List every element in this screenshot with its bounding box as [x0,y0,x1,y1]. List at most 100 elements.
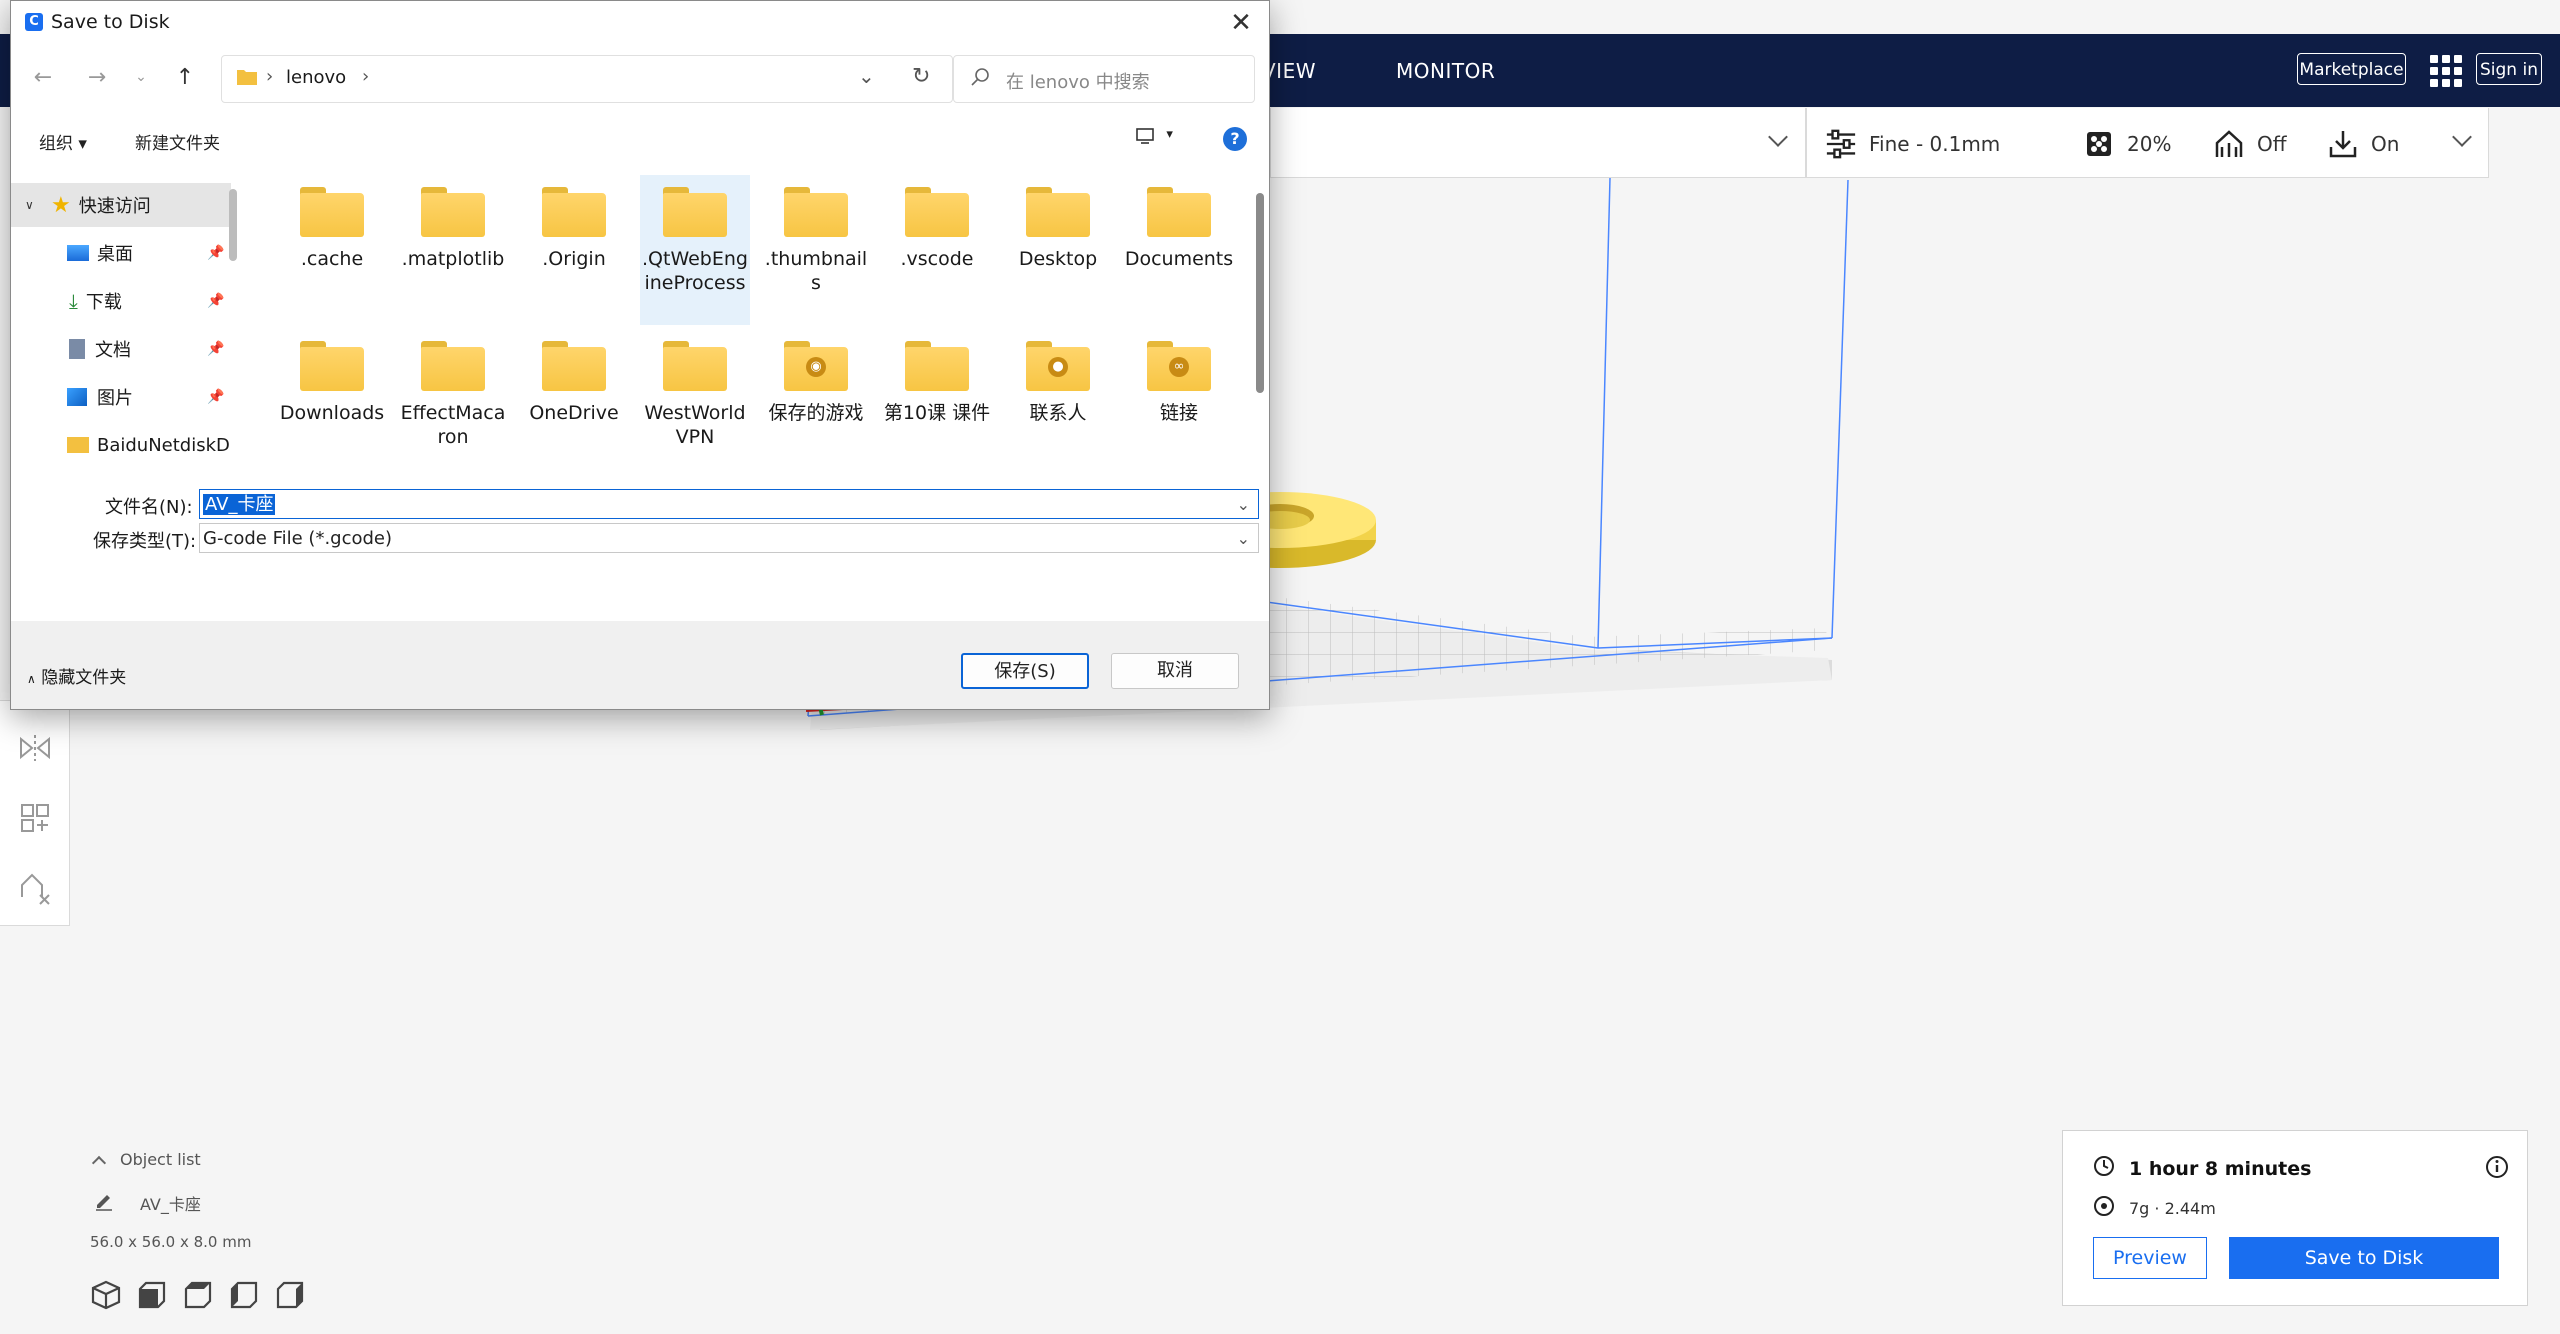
apps-grid-icon[interactable] [2430,55,2462,87]
save-button[interactable]: 保存(S) [961,653,1089,689]
folder-icon [542,341,606,391]
preview-button[interactable]: Preview [2093,1237,2207,1279]
organize-label: 组织 [39,134,73,154]
folder-item[interactable]: Documents [1124,175,1234,325]
up-arrow-icon[interactable]: ↑ [169,61,201,93]
view-orientation-buttons [90,1279,306,1315]
adhesion-setting[interactable]: On [2327,128,2399,160]
filetype-value: G-code File (*.gcode) [203,528,393,549]
command-bar: 组织 ▾ 新建文件夹 ▾ ? [11,113,1269,169]
cancel-button[interactable]: 取消 [1111,653,1239,689]
tab-view[interactable]: VIEW [1262,59,1316,83]
profile-setting[interactable]: Fine - 0.1mm [1825,128,2000,160]
chevron-down-icon[interactable]: ⌄ [1237,490,1250,520]
organize-menu[interactable]: 组织 ▾ [39,129,87,154]
chevron-down-icon[interactable]: ⌄ [858,64,875,88]
folder-item[interactable]: ● 联系人 [1003,329,1113,479]
nav-item-documents[interactable]: 文档 📌 [11,327,231,371]
folder-name: .thumbnails [764,248,868,294]
folder-name: 联系人 [1029,402,1087,424]
filename-value: AV_卡座 [203,494,276,515]
chevron-up-icon: ∧ [27,672,36,686]
download-icon: ⤓ [69,289,78,313]
folder-item[interactable]: EffectMacaron [398,329,508,479]
folder-item[interactable]: .cache [277,175,387,325]
refresh-icon[interactable]: ↻ [912,64,930,89]
chevron-down-icon [1768,127,1788,147]
per-model-settings-icon[interactable] [18,801,52,835]
nav-item-baidunetdisk[interactable]: BaiduNetdiskD [11,423,231,467]
folder-name: Documents [1124,248,1234,270]
print-settings-panel[interactable]: Fine - 0.1mm 20% Off On [1806,108,2489,178]
hide-folders-label: 隐藏文件夹 [41,668,127,688]
nav-item-label: 下载 [85,292,122,313]
folder-item[interactable]: .thumbnails [761,175,871,325]
machine-selector[interactable] [1270,108,1806,178]
folder-name: .Origin [542,248,606,270]
view-options-icon[interactable]: ▾ [1135,127,1173,150]
tab-monitor[interactable]: MONITOR [1396,59,1495,83]
close-icon[interactable]: ✕ [1223,5,1259,41]
folder-name: EffectMacaron [400,402,506,448]
folder-item[interactable]: WestWorldVPN [640,329,750,479]
folder-item-selected[interactable]: .QtWebEngineProcess [640,175,750,325]
folder-name: .matplotlib [401,248,505,270]
forward-arrow-icon[interactable]: → [81,61,113,93]
recent-locations-icon[interactable]: ⌄ [125,61,157,93]
hide-folders-toggle[interactable]: ∧ 隐藏文件夹 [27,663,126,688]
scrollbar-thumb[interactable] [1256,193,1264,393]
file-list-scrollbar[interactable] [1253,169,1267,469]
dialog-titlebar[interactable]: C Save to Disk ✕ [11,1,1269,45]
nav-item-label: 图片 [97,388,133,409]
folder-item[interactable]: .Origin [519,175,629,325]
nav-item-quick-access[interactable]: ∨ ★ 快速访问 [11,183,231,227]
folder-item[interactable]: .matplotlib [398,175,508,325]
nav-pane-scrollbar[interactable] [229,189,237,261]
support-blocker-icon[interactable] [18,871,52,905]
support-setting[interactable]: Off [2213,128,2287,160]
object-dimensions: 56.0 x 56.0 x 8.0 mm [90,1233,252,1251]
object-list-header[interactable]: Object list [91,1150,306,1170]
new-folder-button[interactable]: 新建文件夹 [135,129,220,154]
folder-item[interactable]: Desktop [1003,175,1113,325]
folder-item[interactable]: Downloads [277,329,387,479]
object-list-panel: Object list AV_卡座 56.0 x 56.0 x 8.0 mm [90,1150,306,1315]
back-arrow-icon[interactable]: ← [27,61,59,93]
nav-item-pictures[interactable]: 图片 📌 [11,375,231,419]
links-folder-icon: ∞ [1147,341,1211,391]
nav-item-downloads[interactable]: ⤓ 下载 📌 [11,279,231,323]
chevron-down-icon[interactable]: ⌄ [1237,524,1250,554]
nav-item-desktop[interactable]: 桌面 📌 [11,231,231,275]
folder-item[interactable]: OneDrive [519,329,629,479]
view-top-icon[interactable] [182,1279,214,1315]
view-front-icon[interactable] [136,1279,168,1315]
save-to-disk-button[interactable]: Save to Disk [2229,1237,2499,1279]
info-icon[interactable] [2485,1155,2509,1183]
material-usage: 7g · 2.44m [2129,1198,2216,1218]
folder-item[interactable]: .vscode [882,175,992,325]
folder-name: .QtWebEngineProcess [642,248,748,294]
picture-icon [67,388,87,406]
mirror-tool-icon[interactable] [18,731,52,765]
help-icon[interactable]: ? [1223,127,1247,151]
infill-setting[interactable]: 20% [2083,128,2171,160]
marketplace-button[interactable]: Marketplace [2297,53,2406,85]
pin-icon: 📌 [207,389,225,405]
search-box[interactable]: 在 lenovo 中搜索 [953,55,1255,103]
filetype-select[interactable]: G-code File (*.gcode) ⌄ [199,523,1259,553]
folder-item[interactable]: ∞ 链接 [1124,329,1234,479]
sliders-icon [1825,128,1857,160]
folder-item[interactable]: 第10课 课件 [882,329,992,479]
object-list-item[interactable]: AV_卡座 [94,1191,306,1215]
view-left-icon[interactable] [228,1279,260,1315]
filename-input[interactable]: AV_卡座 ⌄ [199,489,1259,519]
address-bar[interactable]: › lenovo › ⌄ ↻ [221,55,953,103]
breadcrumb-lenovo[interactable]: lenovo [286,67,346,88]
view-3d-icon[interactable] [90,1279,122,1315]
folder-item[interactable]: ◉ 保存的游戏 [761,329,871,479]
sign-in-button[interactable]: Sign in [2476,53,2542,85]
folder-icon [421,187,485,237]
breadcrumb-separator-icon: › [362,66,370,87]
breadcrumb-separator-icon: › [266,66,274,87]
view-right-icon[interactable] [274,1279,306,1315]
